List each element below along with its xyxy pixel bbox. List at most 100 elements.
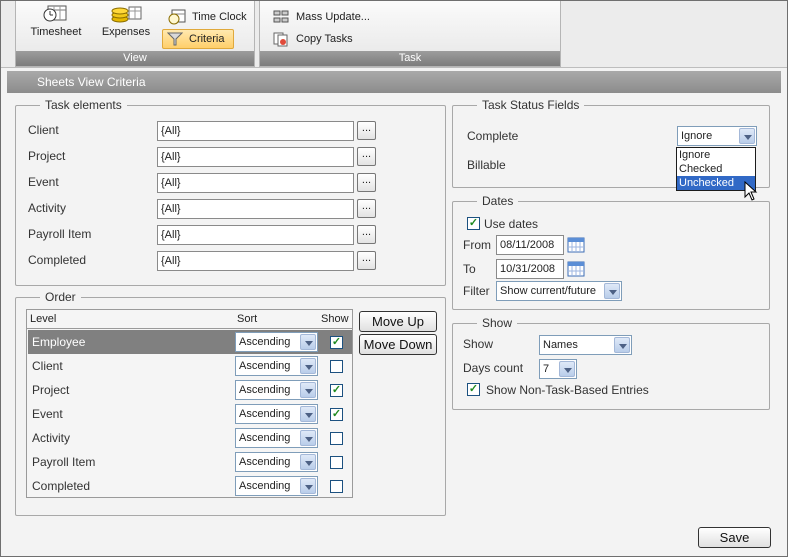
timesheet-label: Timesheet (30, 26, 82, 38)
show-checkbox[interactable]: ✓ (330, 384, 343, 397)
row-level: Client (32, 359, 63, 373)
copy-tasks-button[interactable]: Copy Tasks (272, 29, 353, 49)
timesheet-button[interactable]: Timesheet (26, 5, 86, 38)
show-non-task-checkbox[interactable]: ✓ (467, 383, 480, 396)
client-field[interactable]: {All} (157, 121, 354, 141)
use-dates-checkbox[interactable]: ✓ (467, 217, 480, 230)
sort-select[interactable]: Ascending (235, 332, 318, 352)
time-clock-button[interactable]: Time Clock (168, 7, 247, 27)
filter-label: Filter (463, 284, 490, 298)
row-level: Activity (32, 431, 71, 445)
row-level: Project (32, 383, 70, 397)
chevron-down-icon (300, 358, 316, 374)
criteria-label: Criteria (189, 33, 225, 45)
timesheet-icon (43, 5, 67, 22)
order-table: Level Sort Show Employee Ascending ✓ Cli… (26, 309, 353, 498)
sort-select[interactable]: Ascending (235, 404, 318, 424)
show-checkbox[interactable] (330, 360, 343, 373)
from-label: From (463, 238, 491, 252)
order-row-activity[interactable]: Activity Ascending (28, 426, 352, 450)
completed-field[interactable]: {All} (157, 251, 354, 271)
dates-legend: Dates (477, 194, 519, 208)
activity-browse-button[interactable]: ... (357, 199, 376, 218)
complete-label: Complete (467, 129, 519, 143)
to-date-field[interactable]: 10/31/2008 (496, 259, 564, 279)
calendar-icon[interactable] (567, 260, 585, 277)
task-elements-legend: Task elements (40, 98, 127, 112)
show-select[interactable]: Names (539, 335, 632, 355)
show-checkbox[interactable]: ✓ (330, 336, 343, 349)
ribbon-group-view: Timesheet Expenses Time Clock Criteria V… (15, 1, 255, 67)
move-up-button[interactable]: Move Up (359, 311, 437, 332)
save-button[interactable]: Save (698, 527, 771, 548)
task-group-caption: Task (260, 51, 560, 66)
filter-select[interactable]: Show current/future (496, 281, 622, 301)
order-row-employee[interactable]: Employee Ascending ✓ (28, 330, 352, 354)
chevron-down-icon (300, 454, 316, 470)
activity-label: Activity (28, 201, 67, 215)
days-count-select[interactable]: 7 (539, 359, 577, 379)
order-legend: Order (40, 290, 81, 304)
sort-column-header: Sort (237, 313, 258, 325)
event-label: Event (28, 175, 59, 189)
calendar-icon[interactable] (567, 236, 585, 253)
criteria-button[interactable]: Criteria (162, 29, 234, 49)
payroll-item-browse-button[interactable]: ... (357, 225, 376, 244)
project-browse-button[interactable]: ... (357, 147, 376, 166)
view-group-caption: View (16, 51, 254, 66)
row-level: Event (32, 407, 63, 421)
mass-update-button[interactable]: Mass Update... (272, 7, 370, 27)
row-level: Completed (32, 479, 91, 493)
order-row-project[interactable]: Project Ascending ✓ (28, 378, 352, 402)
show-column-header: Show (321, 313, 349, 325)
chevron-down-icon (559, 361, 575, 377)
chevron-down-icon (614, 337, 630, 353)
show-checkbox[interactable] (330, 432, 343, 445)
completed-label: Completed (28, 253, 87, 267)
payroll-item-label: Payroll Item (28, 227, 92, 241)
sort-select[interactable]: Ascending (235, 356, 318, 376)
order-table-header: Level Sort Show (27, 310, 352, 329)
mass-update-label: Mass Update... (296, 11, 370, 23)
expenses-button[interactable]: Expenses (96, 5, 156, 38)
row-level: Payroll Item (32, 455, 96, 469)
billable-label: Billable (467, 158, 506, 172)
order-row-event[interactable]: Event Ascending ✓ (28, 402, 352, 426)
from-date-field[interactable]: 08/11/2008 (496, 235, 564, 255)
expenses-label: Expenses (101, 26, 151, 38)
mouse-cursor-icon (744, 181, 758, 201)
dropdown-option-ignore[interactable]: Ignore (677, 148, 755, 162)
sort-select[interactable]: Ascending (235, 380, 318, 400)
order-group: Order Level Sort Show Employee Ascending… (15, 290, 446, 516)
coins-icon (111, 6, 142, 23)
chevron-down-icon (300, 382, 316, 398)
ribbon-toolbar: Timesheet Expenses Time Clock Criteria V… (1, 1, 787, 68)
chevron-down-icon (300, 334, 316, 350)
dropdown-option-checked[interactable]: Checked (677, 162, 755, 176)
order-row-payroll-item[interactable]: Payroll Item Ascending (28, 450, 352, 474)
show-label: Show (463, 337, 494, 351)
client-browse-button[interactable]: ... (357, 121, 376, 140)
event-browse-button[interactable]: ... (357, 173, 376, 192)
show-legend: Show (477, 316, 518, 330)
show-checkbox[interactable]: ✓ (330, 408, 343, 421)
complete-select[interactable]: Ignore (677, 126, 757, 146)
activity-field[interactable]: {All} (157, 199, 354, 219)
project-field[interactable]: {All} (157, 147, 354, 167)
move-down-button[interactable]: Move Down (359, 334, 437, 355)
event-field[interactable]: {All} (157, 173, 354, 193)
order-row-completed[interactable]: Completed Ascending (28, 474, 352, 498)
order-row-client[interactable]: Client Ascending (28, 354, 352, 378)
completed-browse-button[interactable]: ... (357, 251, 376, 270)
sort-select[interactable]: Ascending (235, 452, 318, 472)
filter-icon (167, 32, 183, 46)
chevron-down-icon (300, 478, 316, 494)
show-checkbox[interactable] (330, 456, 343, 469)
project-label: Project (28, 149, 66, 163)
sort-select[interactable]: Ascending (235, 428, 318, 448)
show-checkbox[interactable] (330, 480, 343, 493)
sort-select[interactable]: Ascending (235, 476, 318, 496)
payroll-item-field[interactable]: {All} (157, 225, 354, 245)
chevron-down-icon (300, 406, 316, 422)
chevron-down-icon (739, 128, 755, 144)
